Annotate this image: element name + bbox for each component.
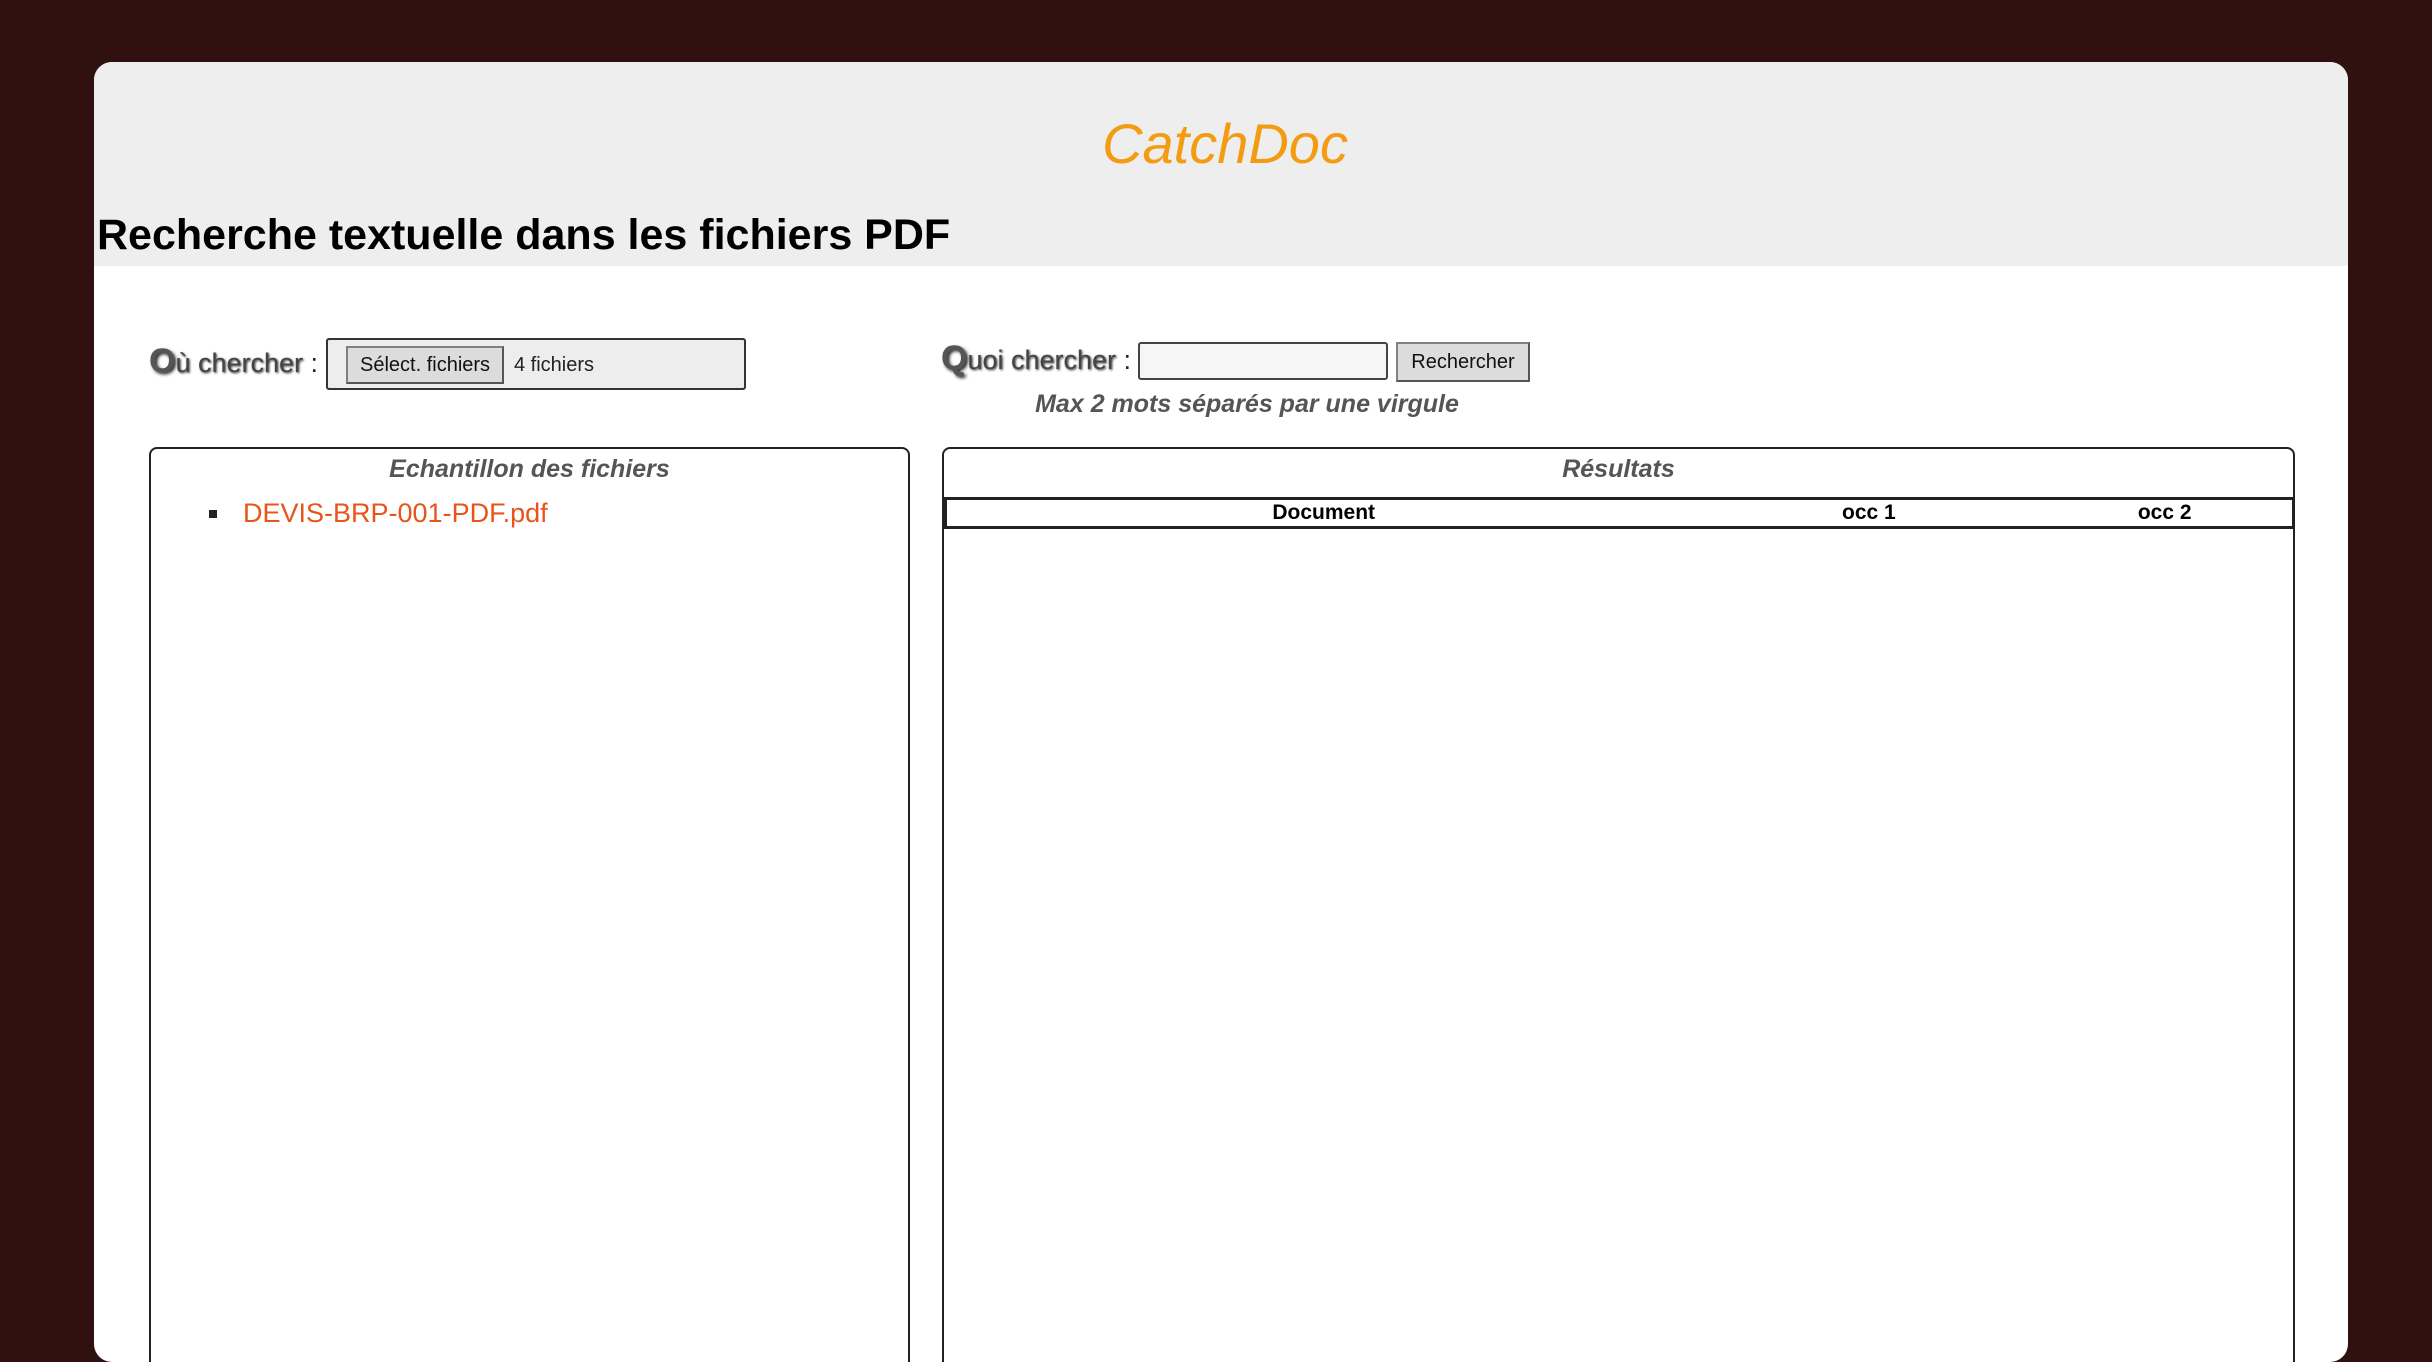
results-box: Résultats Document occ 1 occ 2 bbox=[942, 447, 2296, 1362]
where-label-initial: O bbox=[149, 342, 176, 380]
header: CatchDoc Recherche textuelle dans les fi… bbox=[94, 62, 2348, 266]
sample-file-list: DEVIS-BRP-001-PDF.pdf bbox=[209, 493, 548, 533]
column-header-document: Document bbox=[944, 497, 1701, 529]
column-header-occ1: occ 1 bbox=[1700, 497, 2038, 529]
main-panel: CatchDoc Recherche textuelle dans les fi… bbox=[94, 62, 2348, 1362]
select-files-button[interactable]: Sélect. fichiers bbox=[346, 346, 505, 384]
where-label-colon: : bbox=[310, 348, 319, 378]
what-label-initial: Q bbox=[941, 339, 968, 377]
results-table: Document occ 1 occ 2 bbox=[944, 497, 2296, 529]
search-hint: Max 2 mots séparés par une virgule bbox=[1035, 390, 1459, 418]
where-label-text: ù chercher bbox=[175, 348, 311, 378]
what-label-text: uoi chercher bbox=[967, 345, 1124, 375]
bullet-icon bbox=[209, 510, 217, 518]
results-title: Résultats bbox=[1562, 455, 1675, 483]
app-brand: CatchDoc bbox=[1102, 112, 1348, 175]
column-header-occ2: occ 2 bbox=[2037, 497, 2296, 529]
where-label: Où chercher : bbox=[149, 342, 318, 381]
file-picker[interactable]: Sélect. fichiers 4 fichiers bbox=[326, 338, 746, 390]
sample-files-box: Echantillon des fichiers DEVIS-BRP-001-P… bbox=[149, 447, 910, 1362]
results-header-row: Document occ 1 occ 2 bbox=[944, 497, 2296, 529]
what-label-colon: : bbox=[1123, 345, 1132, 375]
file-count-text: 4 fichiers bbox=[514, 354, 595, 376]
sample-files-title: Echantillon des fichiers bbox=[389, 455, 670, 483]
search-input[interactable] bbox=[1138, 342, 1388, 380]
what-label: Quoi chercher : bbox=[941, 339, 1131, 378]
file-list-item: DEVIS-BRP-001-PDF.pdf bbox=[209, 493, 548, 533]
page-title: Recherche textuelle dans les fichiers PD… bbox=[97, 211, 951, 259]
file-link[interactable]: DEVIS-BRP-001-PDF.pdf bbox=[243, 498, 548, 528]
search-button[interactable]: Rechercher bbox=[1396, 342, 1530, 382]
